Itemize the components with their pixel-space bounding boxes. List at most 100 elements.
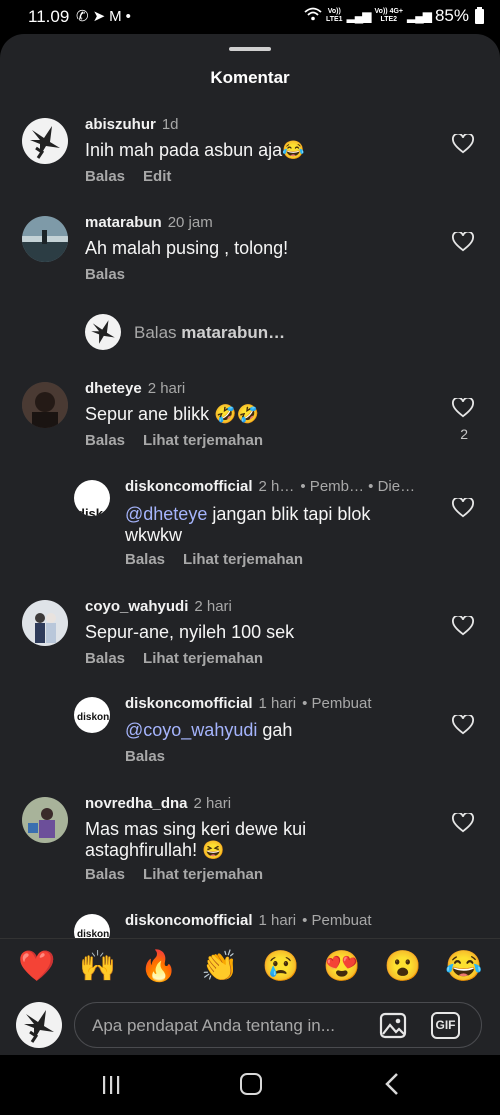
avatar[interactable] (22, 797, 68, 843)
emoji-laughing-button[interactable]: 😂 (444, 949, 484, 984)
comment-meta: diskoncomofficial 1 hari • Pembuat (125, 912, 372, 929)
comment-text: Inih mah pada asbun aja😂 (85, 140, 305, 160)
reply-prompt[interactable]: Balas matarabun… (134, 323, 285, 343)
comment-actions: Balas Lihat terjemahan (85, 650, 263, 667)
heart-icon[interactable] (452, 398, 474, 418)
gmail-icon: M (109, 8, 126, 25)
reply-button[interactable]: Balas (125, 748, 165, 765)
comment-meta: dheteye 2 hari (85, 380, 185, 397)
whatsapp-icon: ✆ (76, 8, 93, 25)
reply-button[interactable]: Balas (85, 866, 125, 883)
sim2-network: Vo)) 4G+ LTE2 (374, 8, 403, 23)
back-icon[interactable] (382, 1071, 402, 1097)
heart-icon[interactable] (452, 232, 474, 252)
comment-time: 1 hari (258, 912, 297, 929)
comment-text: Sepur-ane, nyileh 100 sek (85, 622, 295, 642)
comment-username[interactable]: diskoncomofficial (125, 695, 253, 712)
comment-username[interactable]: dheteye (85, 380, 142, 397)
emoji-heart-button[interactable]: ❤️ (17, 949, 57, 984)
see-translation-button[interactable]: Lihat terjemahan (183, 551, 303, 568)
emoji-heart-eyes-button[interactable]: 😍 (322, 949, 362, 984)
heart-icon[interactable] (452, 813, 474, 833)
see-translation-button[interactable]: Lihat terjemahan (143, 866, 263, 883)
comment-time: 1 hari (258, 695, 297, 712)
like-count: 2 (460, 426, 468, 442)
comment-text: Sepur ane blikk 🤣🤣 (85, 404, 259, 424)
mention-link[interactable]: @coyo_wahyudi (125, 720, 257, 740)
sheet-title: Komentar (210, 68, 290, 87)
comment-time: 2 hari (194, 598, 232, 615)
home-icon[interactable] (240, 1073, 262, 1095)
emoji-bar: ❤️ 🙌 🔥 👏 😢 😍 😮 😂 (0, 938, 500, 998)
heart-icon[interactable] (452, 134, 474, 154)
telegram-icon: ➤ (92, 8, 110, 25)
avatar[interactable] (22, 118, 68, 164)
comment-meta: coyo_wahyudi 2 hari (85, 598, 232, 615)
comment-actions: Balas Lihat terjemahan (85, 432, 263, 449)
comments-sheet: Komentar abiszuhur 1d Inih mah pada asbun… (0, 34, 500, 1055)
battery-percent: 85% (434, 6, 469, 25)
comment-composer: Apa pendapat Anda tentang in... GIF (0, 998, 500, 1055)
comment-meta: diskoncomofficial 2 h… • Pemb… • Die… (125, 478, 415, 495)
emoji-clap-button[interactable]: 👏 (200, 949, 240, 984)
comment-username[interactable]: diskoncomofficial (125, 912, 253, 929)
reply-button[interactable]: Balas (85, 650, 125, 667)
comment-meta: diskoncomofficial 1 hari • Pembuat (125, 695, 372, 712)
avatar[interactable]: diskon (74, 697, 110, 733)
sim1-network: Vo)) LTE1 (325, 8, 343, 23)
see-translation-button[interactable]: Lihat terjemahan (143, 650, 263, 667)
recent-apps-icon[interactable] (101, 1075, 121, 1095)
comment-time: 2 hari (147, 380, 186, 397)
status-right: Vo)) LTE1 ▂▄▆ Vo)) 4G+ LTE2 ▂▄▆ 85% (304, 6, 484, 26)
reply-button[interactable]: Balas (125, 551, 165, 568)
comment-text: @coyo_wahyudi gah (125, 720, 293, 740)
own-avatar (16, 1002, 62, 1048)
comment-badges: • Pembuat (302, 695, 372, 712)
heart-icon[interactable] (452, 616, 474, 636)
comment-username[interactable]: novredha_dna (85, 795, 188, 812)
status-time: 11.09 (28, 7, 70, 26)
emoji-fire-button[interactable]: 🔥 (139, 949, 179, 984)
see-translation-button[interactable]: Lihat terjemahan (143, 432, 263, 449)
comment-username[interactable]: matarabun (85, 214, 162, 231)
gif-button[interactable]: GIF (431, 1012, 460, 1039)
emoji-crying-button[interactable]: 😢 (261, 949, 301, 984)
emoji-surprised-button[interactable]: 😮 (383, 949, 423, 984)
comment-actions: Balas Lihat terjemahan (125, 551, 303, 568)
comment-badges: • Pembuat (302, 912, 372, 929)
reply-button[interactable]: Balas (85, 432, 125, 449)
heart-icon[interactable] (452, 715, 474, 735)
image-icon[interactable] (379, 1012, 407, 1039)
avatar[interactable]: diskon (74, 480, 110, 516)
comment-meta: abiszuhur 1d (85, 116, 179, 133)
avatar[interactable] (22, 600, 68, 646)
comment-text: @dheteye jangan blik tapi blok wkwkw (125, 504, 371, 545)
emoji-raised-hands-button[interactable]: 🙌 (78, 949, 118, 984)
comment-username[interactable]: abiszuhur (85, 116, 156, 133)
svg-text:diskon: diskon (77, 506, 110, 516)
edit-button[interactable]: Edit (143, 168, 171, 185)
wifi-icon (304, 6, 322, 26)
avatar[interactable] (22, 382, 68, 428)
comment-time: 2 h… (258, 478, 295, 495)
battery-icon (475, 6, 484, 24)
comment-username[interactable]: diskoncomofficial (125, 478, 253, 495)
heart-icon[interactable] (452, 498, 474, 518)
comment-input[interactable]: Apa pendapat Anda tentang in... GIF (74, 1002, 482, 1048)
dot-icon: • (125, 8, 135, 25)
svg-text:diskon: diskon (77, 712, 109, 723)
mention-link[interactable]: @dheteye (125, 504, 207, 524)
comment-input-placeholder: Apa pendapat Anda tentang in... (92, 1016, 335, 1035)
reply-button[interactable]: Balas (85, 266, 125, 283)
sim1-signal-icon: ▂▄▆ (346, 9, 372, 23)
comment-username[interactable]: coyo_wahyudi (85, 598, 188, 615)
avatar[interactable] (22, 216, 68, 262)
status-bar: 11.09 ✆➤M• Vo)) LTE1 ▂▄▆ Vo)) 4G+ LTE2 ▂▄▆… (0, 0, 500, 34)
comment-time: 20 jam (167, 214, 213, 231)
comment-text: Ah malah pusing , tolong! (85, 238, 289, 258)
drag-handle[interactable] (229, 47, 271, 51)
sim2-signal-icon: ▂▄▆ (407, 9, 432, 23)
reply-button[interactable]: Balas (85, 168, 125, 185)
notification-icons: ✆➤M• (76, 7, 135, 25)
comment-actions: Balas Lihat terjemahan (85, 866, 263, 883)
